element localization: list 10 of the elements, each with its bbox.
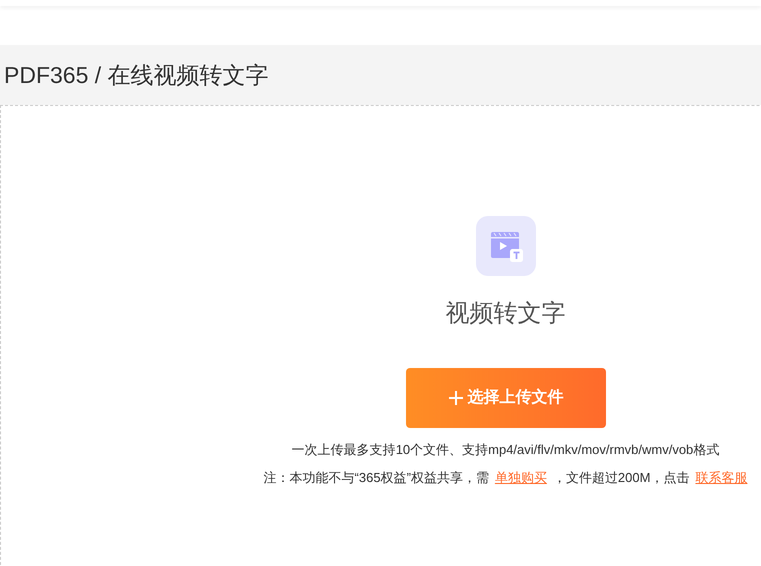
note-link[interactable]: 联系客服 — [695, 468, 748, 487]
video-text-icon — [476, 216, 536, 276]
plus-icon — [448, 390, 464, 406]
note-text: ，文件超过200M，点击 — [552, 468, 690, 486]
note-text: 注：本功能不与“365权益”权益共享，需 — [264, 468, 489, 486]
breadcrumb-title: PDF365 / 在线视频转文字 — [4, 60, 269, 90]
note-link[interactable]: 单独购买 — [494, 468, 547, 487]
upload-button[interactable]: 选择上传文件 — [406, 368, 606, 428]
feature-title: 视频转文字 — [446, 299, 566, 329]
format-hint: 一次上传最多支持10个文件、支持mp4/avi/flv/mkv/mov/rmvb/wmv/vob格式 — [292, 441, 720, 459]
